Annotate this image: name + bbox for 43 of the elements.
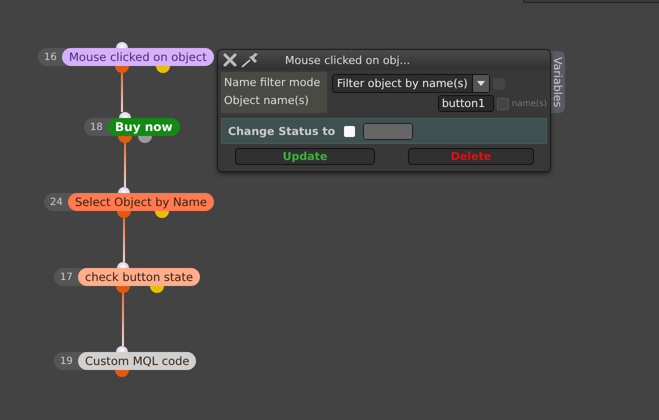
output-pin[interactable] — [116, 286, 130, 293]
side-pin[interactable] — [156, 66, 170, 73]
node-number: 19 — [59, 356, 74, 366]
node-number: 18 — [89, 122, 104, 132]
status-label: Change Status to — [228, 124, 336, 138]
output-pin[interactable] — [115, 66, 129, 73]
node-number: 24 — [49, 196, 64, 208]
status-checkbox[interactable] — [344, 126, 355, 136]
node-number: 16 — [43, 52, 58, 62]
update-button[interactable]: Update — [235, 148, 375, 165]
output-pin[interactable] — [118, 136, 132, 143]
side-pin[interactable] — [155, 211, 169, 218]
input-pin[interactable] — [118, 187, 130, 193]
output-pin[interactable] — [115, 370, 129, 377]
connector-line — [121, 73, 123, 112]
output-pin[interactable] — [117, 211, 131, 218]
connector-line — [123, 218, 125, 262]
caret-icon — [472, 75, 489, 92]
name-input[interactable]: button1 — [438, 95, 494, 112]
input-pin[interactable] — [117, 262, 129, 268]
dropdown-value: Filter object by name(s) — [336, 77, 469, 90]
side-pin[interactable] — [150, 286, 164, 293]
node-label[interactable]: Custom MQL code — [78, 352, 196, 370]
close-icon[interactable] — [223, 53, 237, 67]
status-field[interactable] — [363, 122, 413, 140]
node-number: 17 — [59, 272, 74, 282]
node-label[interactable]: Mouse clicked on object — [62, 48, 214, 66]
side-pin[interactable] — [138, 136, 152, 143]
filter-dropdown[interactable]: Filter object by name(s) — [332, 74, 490, 93]
input-pin[interactable] — [119, 112, 131, 118]
panel-title: Mouse clicked on obj... — [285, 54, 410, 66]
variables-tab[interactable]: Variables — [550, 51, 565, 113]
connector-line — [122, 293, 124, 346]
field-label: Object name(s) — [224, 93, 310, 109]
checkbox[interactable] — [496, 98, 509, 110]
connector-line — [124, 143, 126, 187]
checkbox-label: name(s) — [512, 98, 547, 108]
input-pin[interactable] — [116, 346, 128, 352]
node-label[interactable]: Buy now — [108, 118, 180, 136]
node-label[interactable]: check button state — [78, 268, 200, 286]
node-label[interactable]: Select Object by Name — [68, 193, 214, 211]
field-label: Name filter mode — [224, 75, 322, 91]
input-pin[interactable] — [116, 42, 128, 48]
